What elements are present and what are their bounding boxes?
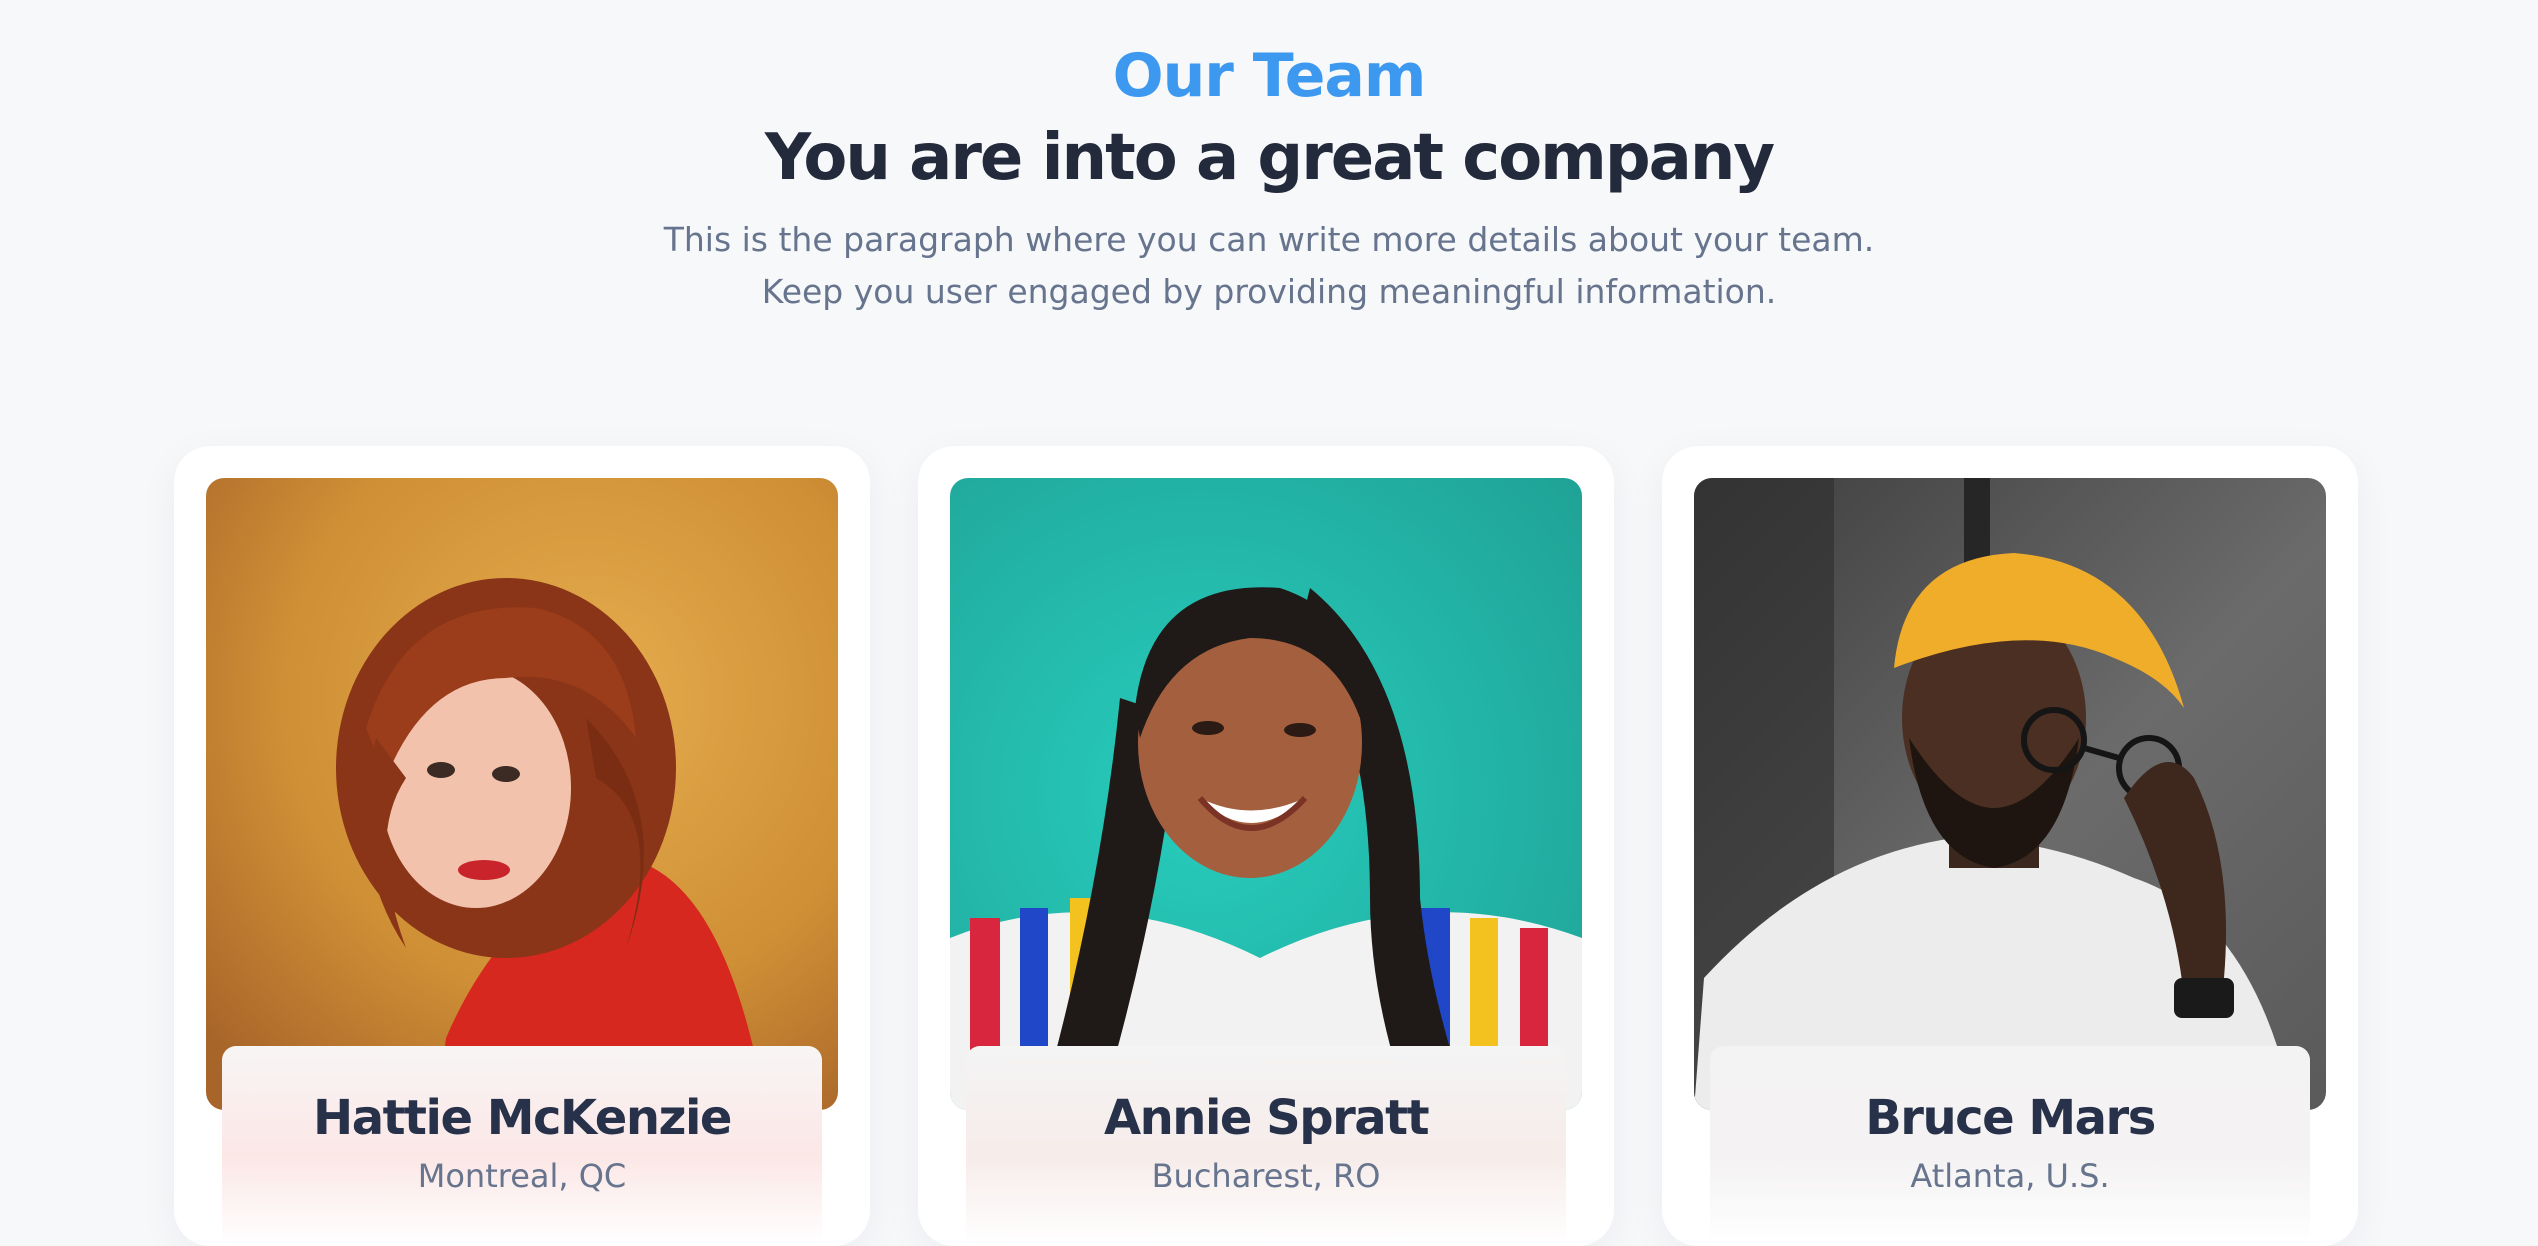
team-member-name: Annie Spratt [1103, 1090, 1430, 1146]
section-title: You are into a great company [764, 121, 1775, 195]
team-card: Annie Spratt Bucharest, RO [918, 446, 1614, 1246]
team-member-info: Hattie McKenzie Montreal, QC [222, 1046, 822, 1246]
team-member-photo [206, 478, 838, 1110]
team-member-photo [950, 478, 1582, 1110]
team-member-location: Atlanta, U.S. [1910, 1157, 2110, 1195]
team-member-location: Bucharest, RO [1151, 1157, 1381, 1195]
team-member-name: Bruce Mars [1865, 1090, 2156, 1146]
team-member-info: Bruce Mars Atlanta, U.S. [1710, 1046, 2310, 1246]
section-eyebrow: Our Team [1112, 41, 1427, 111]
team-member-name: Hattie McKenzie [313, 1090, 732, 1146]
team-member-photo [1694, 478, 2326, 1110]
team-member-location: Montreal, QC [417, 1157, 627, 1195]
team-member-info: Annie Spratt Bucharest, RO [966, 1046, 1566, 1246]
team-card: Hattie McKenzie Montreal, QC [174, 446, 870, 1246]
section-description: This is the paragraph where you can writ… [663, 220, 1875, 311]
team-card: Bruce Mars Atlanta, U.S. [1662, 446, 2358, 1246]
